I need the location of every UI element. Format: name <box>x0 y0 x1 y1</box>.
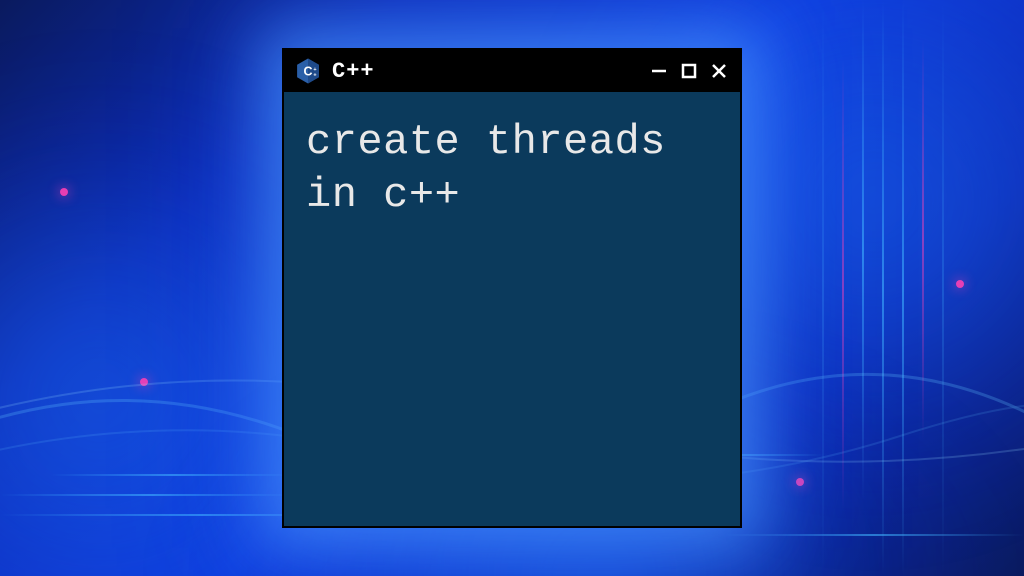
cpp-logo-icon: C + + <box>294 57 322 85</box>
terminal-window: C + + C++ create threads in c++ <box>282 48 742 528</box>
window-title: C++ <box>332 59 638 84</box>
terminal-content[interactable]: create threads in c++ <box>284 92 740 245</box>
maximize-button[interactable] <box>678 60 700 82</box>
svg-text:+: + <box>313 72 316 78</box>
close-button[interactable] <box>708 60 730 82</box>
window-titlebar[interactable]: C + + C++ <box>284 50 740 92</box>
svg-text:C: C <box>304 65 313 79</box>
minimize-button[interactable] <box>648 60 670 82</box>
window-controls <box>648 60 730 82</box>
